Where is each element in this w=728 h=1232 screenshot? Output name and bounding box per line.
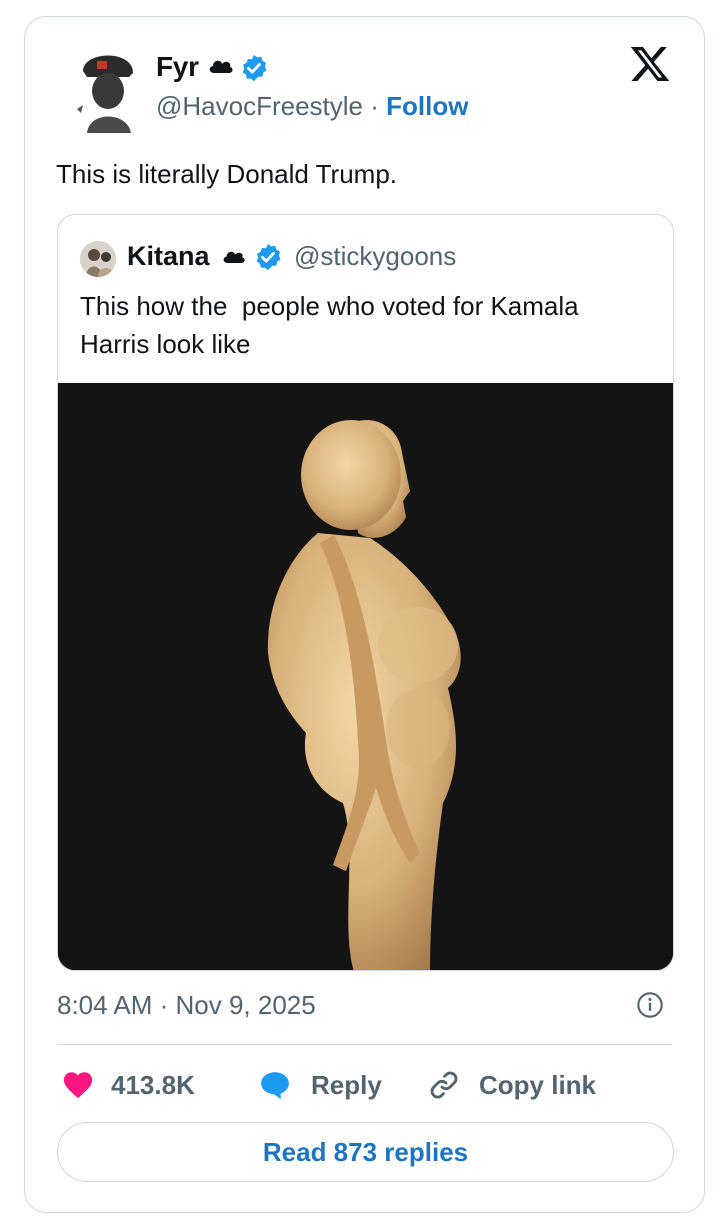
like-button[interactable]: 413.8K: [61, 1065, 195, 1105]
quoted-author-name: Kitana: [127, 241, 210, 271]
read-replies-button[interactable]: Read 873 replies: [57, 1122, 674, 1182]
tweet-embed-card: Fyr @HavocFreestyle · Follow This is lit…: [24, 16, 705, 1213]
author-name[interactable]: Fyr: [156, 51, 199, 83]
author-handle-row: @HavocFreestyle · Follow: [156, 91, 468, 122]
heart-icon: [63, 1072, 93, 1099]
verified-badge-icon: [242, 54, 267, 82]
divider: [57, 1044, 672, 1045]
separator: ·: [370, 91, 379, 121]
tweet-timestamp[interactable]: 8:04 AM · Nov 9, 2025: [57, 990, 316, 1021]
reply-bubble-icon: [261, 1072, 289, 1100]
cloud-icon: [209, 60, 233, 73]
quoted-media-image[interactable]: [58, 383, 674, 971]
link-icon: [430, 1071, 458, 1099]
info-icon[interactable]: [636, 991, 664, 1019]
reply-button[interactable]: Reply: [257, 1065, 382, 1105]
tweet-text: This is literally Donald Trump.: [56, 159, 397, 189]
quoted-avatar[interactable]: [80, 241, 116, 277]
reply-label: Reply: [311, 1069, 382, 1100]
cloud-icon: [223, 251, 245, 263]
quoted-tweet-text: This how the people who voted for Kamala…: [80, 291, 586, 359]
avatar[interactable]: [75, 43, 141, 133]
copy-link-button[interactable]: Copy link: [427, 1065, 596, 1105]
quoted-author-handle: @stickygoons: [294, 241, 457, 271]
author-handle[interactable]: @HavocFreestyle: [156, 91, 363, 121]
quoted-tweet[interactable]: Kitana @stickygoons This how the people …: [57, 214, 674, 971]
follow-button[interactable]: Follow: [386, 91, 468, 121]
like-count: 413.8K: [111, 1069, 195, 1100]
verified-badge-icon: [256, 243, 281, 271]
copy-link-label: Copy link: [479, 1069, 597, 1100]
x-logo-icon[interactable]: [628, 43, 672, 85]
